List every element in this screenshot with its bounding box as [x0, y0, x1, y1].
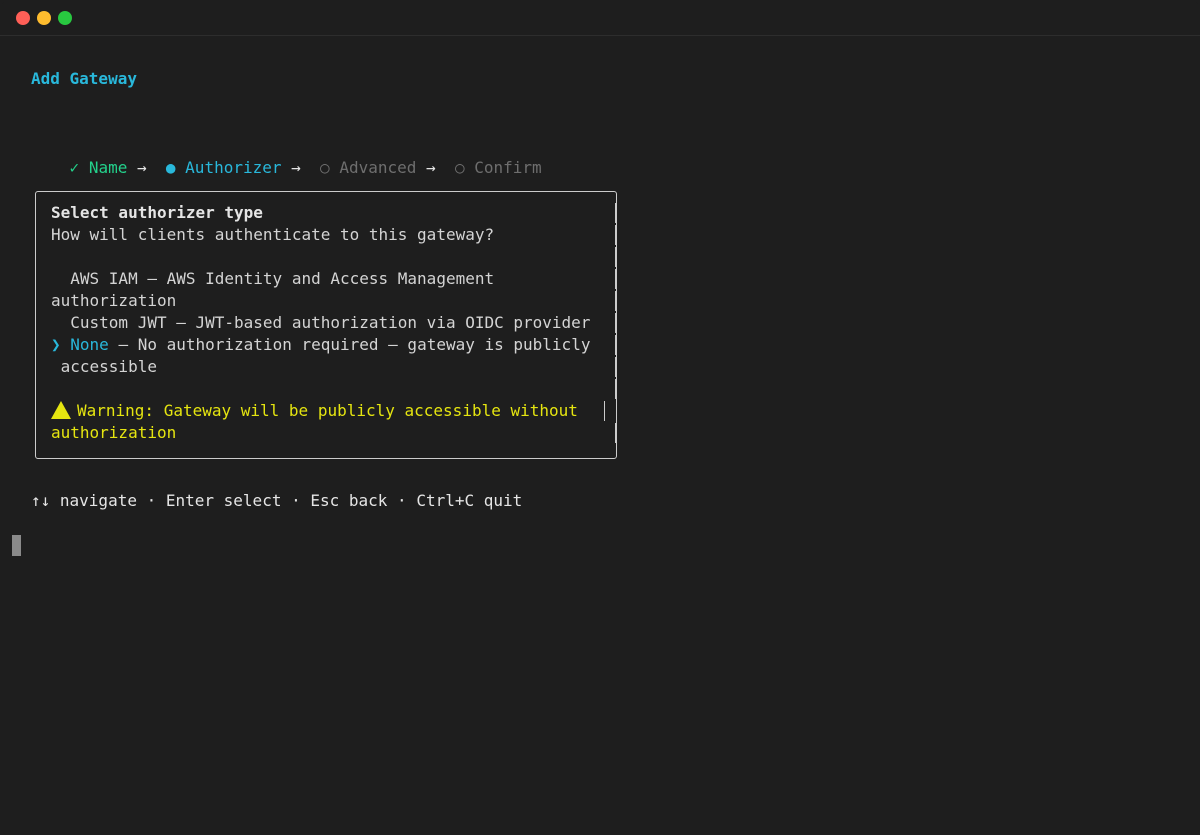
- option-desc: — No authorization required — gateway is…: [108, 335, 591, 354]
- prompt-heading: Select authorizer type: [51, 203, 263, 222]
- step-indicator: ✓ Name → ● Authorizer → ○ Advanced → ○ C…: [31, 135, 542, 177]
- step-pending-circle-icon: ○: [320, 158, 330, 177]
- warning-message: Warning: Gateway will be publicly access…: [51, 400, 578, 422]
- close-button[interactable]: [16, 11, 30, 25]
- page-title: Add Gateway: [31, 69, 137, 88]
- step-active-dot-icon: ●: [165, 158, 176, 177]
- option-label: ❯ None — No authorization required — gat…: [51, 334, 590, 356]
- zoom-button[interactable]: [58, 11, 72, 25]
- option-label-cont: accessible: [51, 357, 157, 376]
- option-name: None: [70, 335, 109, 354]
- prompt-box: Select authorizer type How will clients …: [35, 191, 617, 459]
- step-arrow-icon: →: [136, 158, 147, 177]
- step-confirm: Confirm: [474, 158, 542, 177]
- keyboard-help: ↑↓ navigate · Enter select · Esc back · …: [31, 491, 523, 510]
- selection-chevron-icon: ❯: [51, 335, 61, 354]
- warning-text-cont: authorization: [51, 423, 177, 442]
- step-pending-circle-icon: ○: [454, 158, 465, 177]
- option-label: AWS IAM — AWS Identity and Access Manage…: [51, 269, 495, 288]
- minimize-button[interactable]: [37, 11, 51, 25]
- step-name: Name: [88, 158, 128, 177]
- terminal-window: Add Gateway ✓ Name → ● Authorizer → ○ Ad…: [0, 0, 1200, 835]
- step-arrow-icon: →: [426, 158, 436, 177]
- option-label: Custom JWT — JWT-based authorization via…: [51, 313, 591, 332]
- title-bar: [0, 0, 1200, 36]
- step-check-icon: ✓: [69, 158, 80, 177]
- warning-icon: [51, 401, 71, 419]
- step-authorizer: Authorizer: [185, 158, 282, 177]
- step-advanced: Advanced: [339, 158, 417, 177]
- terminal-cursor: [12, 535, 21, 556]
- step-arrow-icon: →: [291, 158, 301, 177]
- option-label-cont: authorization: [51, 291, 177, 310]
- prompt-question: How will clients authenticate to this ga…: [51, 225, 495, 244]
- warning-text: Warning: Gateway will be publicly access…: [77, 401, 578, 420]
